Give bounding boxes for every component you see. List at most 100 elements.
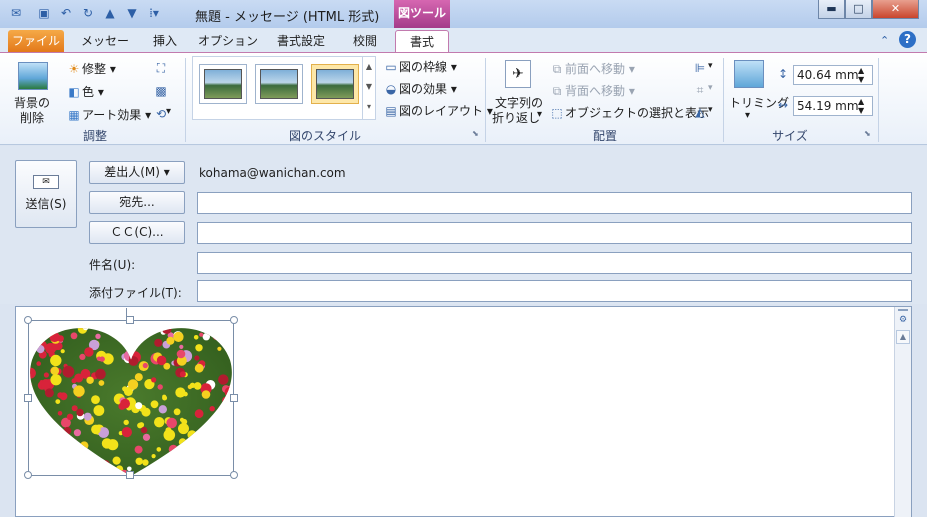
- tab-file[interactable]: ファイル: [8, 30, 64, 52]
- picture-style-thumb-3[interactable]: [311, 64, 359, 104]
- resize-handle-s[interactable]: [126, 471, 134, 479]
- dropdown-arrow-icon[interactable]: ▾: [708, 61, 713, 71]
- flower-dot: [60, 438, 70, 448]
- from-button[interactable]: 差出人(M) ▾: [89, 161, 185, 184]
- wrap-text-label-2[interactable]: 折り返し: [492, 109, 540, 126]
- artistic-effects-button[interactable]: ▦ アート効果 ▾: [66, 106, 151, 123]
- flower-dot: [77, 328, 88, 329]
- change-picture-icon[interactable]: ▩: [153, 83, 169, 99]
- flower-dot: [222, 396, 230, 404]
- compress-pictures-icon[interactable]: ⛶: [153, 60, 169, 76]
- heart-flower-picture[interactable]: [28, 320, 234, 476]
- vertical-scrollbar[interactable]: ⚙ ▲: [894, 307, 911, 517]
- picture-style-thumb-1[interactable]: [199, 64, 247, 104]
- dialog-launcher-icon[interactable]: ⬊: [864, 129, 871, 138]
- send-button[interactable]: ✉ 送信(S): [15, 160, 77, 228]
- dropdown-arrow-icon[interactable]: ▾: [745, 110, 750, 121]
- flower-dot: [30, 341, 35, 352]
- cc-field[interactable]: [197, 222, 912, 244]
- selection-pane-button[interactable]: ⬚ オブジェクトの選択と表示: [549, 104, 709, 121]
- dropdown-arrow-icon[interactable]: ▾: [166, 106, 171, 117]
- previous-item-icon[interactable]: ▲: [102, 5, 118, 21]
- picture-effects-label: 図の効果: [399, 82, 448, 96]
- flower-dot: [142, 433, 151, 441]
- dropdown-arrow-icon: ▾: [625, 84, 635, 98]
- subject-field[interactable]: [197, 252, 912, 274]
- next-item-icon[interactable]: ▼: [124, 5, 140, 21]
- flower-dot: [179, 453, 184, 458]
- picture-layout-button[interactable]: ▤ 図のレイアウト ▾: [383, 102, 493, 119]
- resize-handle-ne[interactable]: [230, 316, 238, 324]
- outlook-app-icon[interactable]: ✉: [8, 5, 24, 21]
- dialog-launcher-icon[interactable]: ⬊: [472, 129, 479, 138]
- collapse-ribbon-icon[interactable]: ⌃: [880, 34, 889, 47]
- send-backward-button[interactable]: ⧉ 背面へ移動 ▾: [549, 82, 635, 99]
- tab-review[interactable]: 校閲: [342, 30, 388, 52]
- picture-border-button[interactable]: ▭ 図の枠線 ▾: [383, 58, 457, 75]
- rotate-icon[interactable]: ◭: [692, 104, 708, 120]
- close-button[interactable]: ✕: [872, 0, 919, 19]
- to-field[interactable]: [197, 192, 912, 214]
- picture-style-thumb-2[interactable]: [255, 64, 303, 104]
- subject-label: 件名(U):: [89, 258, 136, 272]
- flower-dot: [70, 332, 78, 340]
- width-spinner[interactable]: ▲ ▼: [858, 97, 864, 115]
- flower-dot: [61, 464, 73, 476]
- dropdown-arrow-icon[interactable]: ▾: [708, 83, 713, 93]
- resize-handle-nw[interactable]: [24, 316, 32, 324]
- flower-dot: [84, 464, 92, 472]
- remove-background-icon[interactable]: [18, 62, 48, 90]
- flower-dot: [217, 432, 224, 438]
- corrections-button[interactable]: ☀ 修整 ▾: [66, 60, 116, 77]
- bring-forward-button[interactable]: ⧉ 前面へ移動 ▾: [549, 60, 635, 77]
- customize-qat-icon[interactable]: ⁞▾: [146, 5, 162, 21]
- color-button[interactable]: ◧ 色 ▾: [66, 83, 104, 100]
- tab-picture-format[interactable]: 書式: [395, 30, 449, 52]
- wrap-text-icon[interactable]: ✈: [505, 60, 531, 88]
- resize-handle-n[interactable]: [126, 316, 134, 324]
- from-value: kohama@wanichan.com: [199, 166, 346, 180]
- maximize-button[interactable]: □: [845, 0, 872, 19]
- attachment-field[interactable]: [197, 280, 912, 302]
- picture-effects-button[interactable]: ◒ 図の効果 ▾: [383, 80, 457, 97]
- cc-button[interactable]: ＣＣ(C)...: [89, 221, 185, 244]
- save-icon[interactable]: ▣: [36, 5, 52, 21]
- scroll-up-icon[interactable]: ▲: [896, 330, 910, 344]
- tab-format-text[interactable]: 書式設定: [268, 30, 334, 52]
- undo-icon[interactable]: ↶: [58, 5, 74, 21]
- dropdown-arrow-icon[interactable]: ▾: [537, 109, 542, 120]
- redo-icon[interactable]: ↻: [80, 5, 96, 21]
- minimize-button[interactable]: ▬: [818, 0, 845, 19]
- flower-dot: [183, 391, 188, 397]
- splitter-handle[interactable]: [898, 309, 908, 311]
- flower-dot: [50, 374, 62, 386]
- flower-dot: [99, 356, 105, 362]
- resize-handle-sw[interactable]: [24, 471, 32, 479]
- gallery-scroll[interactable]: ▲ ▼ ▾: [362, 57, 375, 119]
- crop-icon[interactable]: [734, 60, 764, 88]
- flower-dot: [36, 345, 45, 354]
- flower-dot: [178, 438, 187, 446]
- flower-dot: [127, 379, 139, 390]
- ruler-icon[interactable]: ⚙: [897, 314, 909, 326]
- art-effects-icon: ▦: [68, 108, 80, 122]
- tab-insert[interactable]: 挿入: [142, 30, 188, 52]
- resize-handle-w[interactable]: [24, 394, 32, 402]
- align-icon[interactable]: ⊫: [692, 60, 708, 76]
- flower-dot: [31, 418, 44, 431]
- height-spinner[interactable]: ▲ ▼: [858, 66, 864, 84]
- to-button[interactable]: 宛先...: [89, 191, 185, 214]
- tab-message[interactable]: メッセージ: [76, 30, 134, 70]
- dropdown-arrow-icon[interactable]: ▾: [708, 105, 713, 115]
- flower-dot: [44, 320, 54, 328]
- flower-dot: [134, 445, 143, 454]
- dropdown-arrow-icon: ▾: [141, 108, 152, 122]
- flower-dot: [61, 328, 67, 331]
- help-icon[interactable]: ?: [899, 31, 916, 48]
- resize-handle-e[interactable]: [230, 394, 238, 402]
- tab-options[interactable]: オプション: [198, 30, 258, 52]
- group-objects-icon[interactable]: ⌗: [692, 82, 708, 98]
- flower-dot: [176, 349, 186, 359]
- resize-handle-se[interactable]: [230, 471, 238, 479]
- remove-background-label-2[interactable]: 削除: [20, 109, 44, 126]
